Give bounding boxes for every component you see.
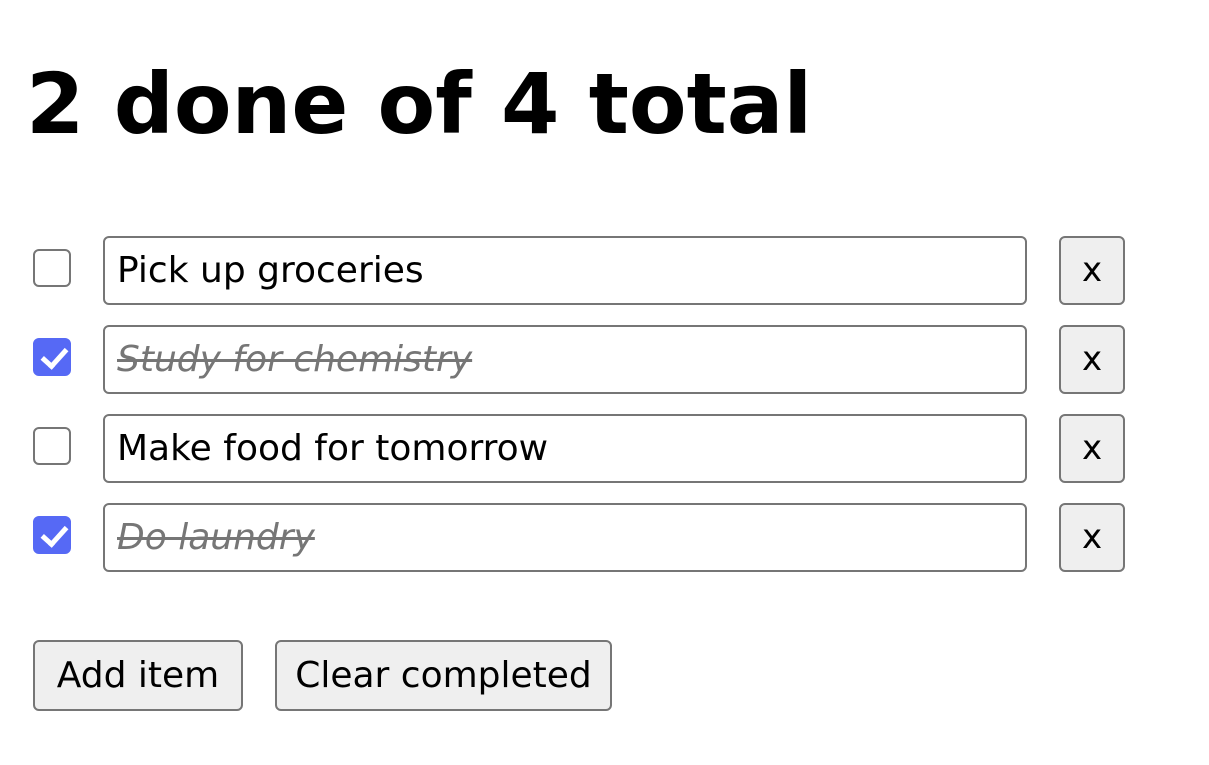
todo-app: 2 done of 4 total Pick up groceries x St… [0,0,1209,765]
todo-text-field[interactable]: Pick up groceries [103,236,1027,305]
todo-checkbox[interactable] [33,427,71,465]
remove-item-button[interactable]: x [1059,236,1125,305]
todo-checkbox[interactable] [33,516,71,554]
todo-text-field[interactable]: Study for chemistry [103,325,1027,394]
todo-checkbox[interactable] [33,249,71,287]
todo-item: Pick up groceries x [33,236,1133,305]
remove-item-button[interactable]: x [1059,414,1125,483]
page-title: 2 done of 4 total [26,55,813,153]
todo-item: Study for chemistry x [33,325,1133,394]
clear-completed-button[interactable]: Clear completed [275,640,612,711]
add-item-button[interactable]: Add item [33,640,243,711]
remove-item-button[interactable]: x [1059,503,1125,572]
todo-text-field[interactable]: Make food for tomorrow [103,414,1027,483]
checkmark-icon [40,341,69,370]
todo-item: Do laundry x [33,503,1133,572]
remove-item-button[interactable]: x [1059,325,1125,394]
todo-text-field[interactable]: Do laundry [103,503,1027,572]
todo-list: Pick up groceries x Study for chemistry … [33,236,1133,572]
checkmark-icon [40,519,69,548]
todo-checkbox[interactable] [33,338,71,376]
todo-item: Make food for tomorrow x [33,414,1133,483]
